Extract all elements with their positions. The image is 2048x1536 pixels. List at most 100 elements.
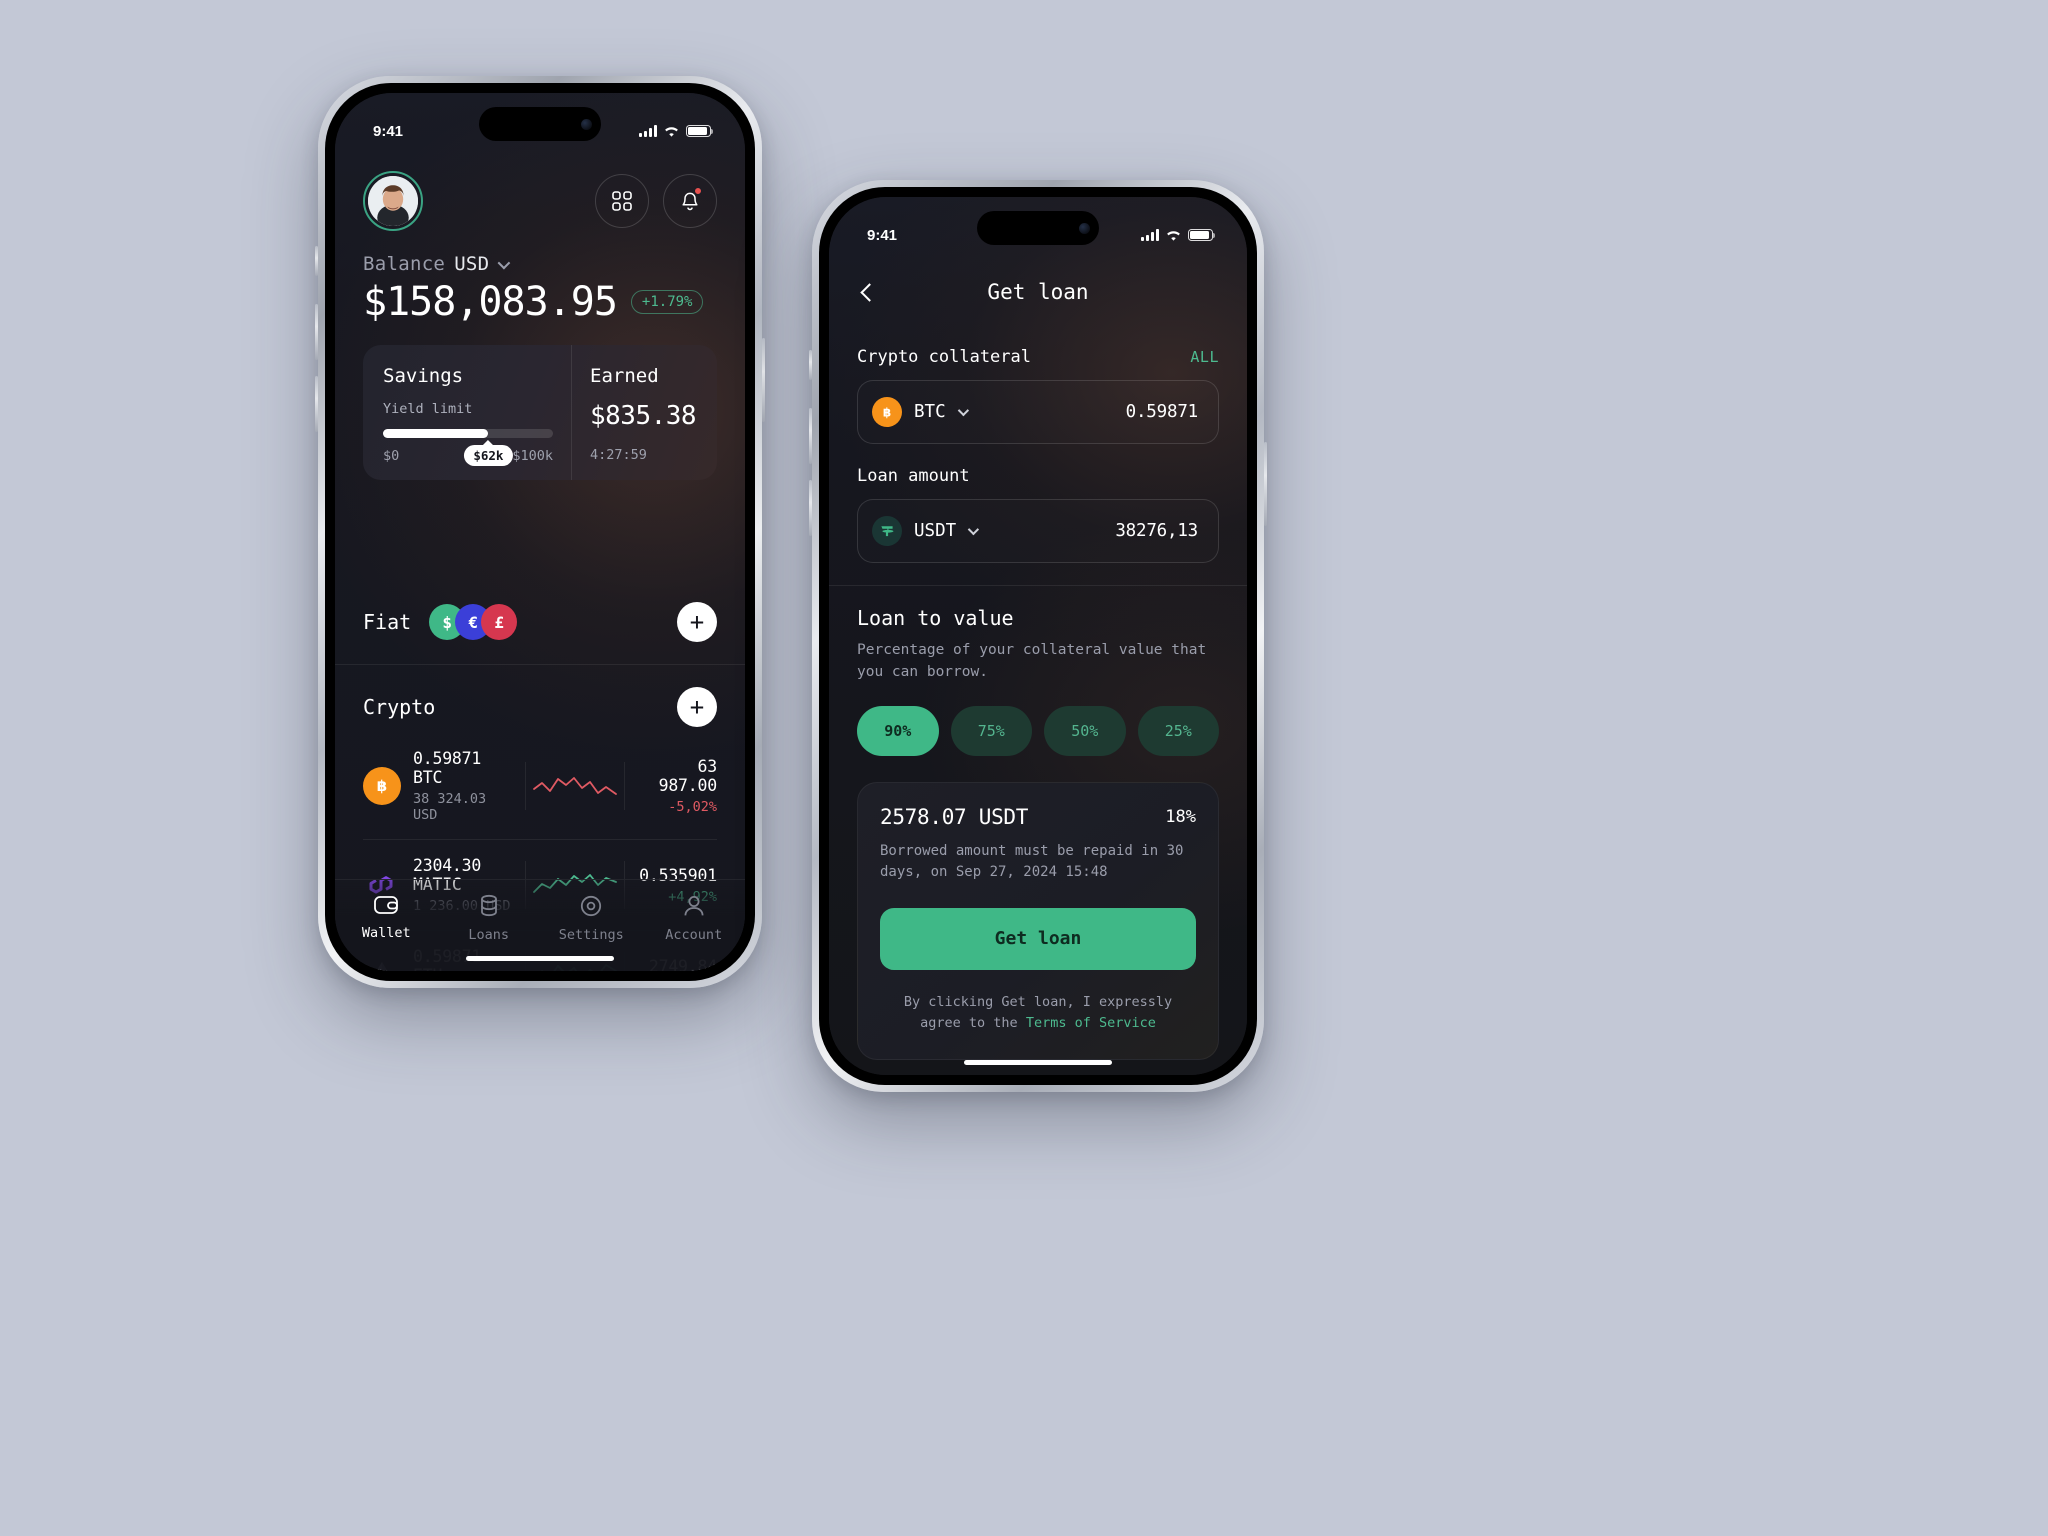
ltv-option-75[interactable]: 75% bbox=[950, 705, 1032, 756]
yield-max-label: $100k bbox=[512, 448, 553, 464]
tab-account[interactable]: Account bbox=[654, 894, 734, 943]
tab-settings[interactable]: Settings bbox=[551, 894, 631, 943]
tab-wallet[interactable]: Wallet bbox=[346, 894, 426, 941]
collateral-all-button[interactable]: ALL bbox=[1190, 348, 1219, 366]
savings-earned-card: Savings Yield limit $0 $62k $100k Earned bbox=[363, 345, 717, 480]
asset-price: 63 987.00 bbox=[658, 757, 718, 795]
gbp-coin-icon: £ bbox=[481, 604, 518, 640]
loan-header: Get loan bbox=[829, 255, 1247, 307]
balance-selector[interactable]: Balance USD bbox=[363, 253, 717, 275]
crypto-title: Crypto bbox=[363, 695, 436, 719]
get-loan-button[interactable]: Get loan bbox=[880, 907, 1196, 970]
volume-up-button[interactable] bbox=[315, 304, 318, 360]
tab-account-label: Account bbox=[665, 927, 723, 943]
front-camera-icon bbox=[581, 118, 592, 130]
power-button[interactable] bbox=[1264, 442, 1267, 526]
notification-button[interactable] bbox=[663, 174, 717, 228]
balance-change-badge: +1.79% bbox=[630, 290, 704, 314]
summary-note: Borrowed amount must be repaid in 30 day… bbox=[880, 842, 1184, 881]
loan-amount-value: 38276,13 bbox=[1115, 521, 1198, 541]
tab-loans[interactable]: Loans bbox=[449, 894, 529, 943]
wallet-icon bbox=[374, 896, 399, 914]
volume-down-button[interactable] bbox=[315, 376, 318, 432]
balance-label: Balance bbox=[363, 253, 446, 275]
tab-wallet-label: Wallet bbox=[361, 925, 411, 941]
collateral-value: 0.59871 bbox=[1125, 402, 1199, 422]
loan-amount-label: Loan amount bbox=[857, 466, 970, 486]
add-crypto-button[interactable]: + bbox=[677, 687, 717, 727]
wallet-header: Balance USD $158,083.95 +1.79% Savings Y… bbox=[335, 151, 745, 480]
yield-tooltip: $62k bbox=[464, 445, 513, 466]
section-divider bbox=[829, 585, 1247, 586]
volume-up-button[interactable] bbox=[809, 408, 812, 464]
ltv-options: 90% 75% 50% 25% bbox=[857, 705, 1219, 756]
earned-amount: $835.38 bbox=[590, 401, 697, 431]
account-person-icon bbox=[684, 896, 704, 916]
ltv-option-25[interactable]: 25% bbox=[1137, 705, 1219, 756]
page-title: Get loan bbox=[987, 280, 1089, 304]
asset-amount: 0.59871 BTC bbox=[413, 749, 482, 787]
asset-usd-value: 38 324.03 USD bbox=[413, 791, 487, 823]
loan-screen: 9:41 Get loan Crypto collateral ALL ฿ BT… bbox=[829, 197, 1247, 1075]
ltv-title: Loan to value bbox=[857, 606, 1014, 630]
avatar[interactable] bbox=[363, 171, 423, 231]
ltv-description: Percentage of your collateral value that… bbox=[857, 642, 1207, 680]
front-camera-icon bbox=[1079, 222, 1090, 234]
qr-scan-icon bbox=[612, 191, 632, 211]
earned-panel[interactable]: Earned $835.38 4:27:59 bbox=[571, 345, 717, 480]
ltv-option-50[interactable]: 50% bbox=[1044, 705, 1126, 756]
home-indicator[interactable] bbox=[964, 1060, 1112, 1065]
phone-wallet-device: 9:41 Balance USD $158,083.95 +1.79% Savi… bbox=[315, 76, 765, 988]
balance-currency: USD bbox=[454, 253, 490, 275]
cellular-signal-icon bbox=[639, 125, 657, 137]
yield-progress-fill bbox=[383, 429, 489, 438]
svg-text:฿: ฿ bbox=[377, 777, 387, 795]
cellular-signal-icon bbox=[1141, 229, 1159, 241]
loan-amount-field[interactable]: USDT 38276,13 bbox=[857, 499, 1219, 563]
tab-settings-label: Settings bbox=[558, 927, 624, 943]
collateral-ticker: BTC bbox=[914, 402, 946, 422]
tether-icon bbox=[872, 516, 902, 546]
silent-switch[interactable] bbox=[809, 350, 812, 380]
sparkline-chart bbox=[525, 762, 625, 810]
chevron-down-icon bbox=[957, 404, 969, 417]
yield-limit-label: Yield limit bbox=[383, 401, 473, 417]
terms-of-service-link[interactable]: Terms of Service bbox=[1026, 1015, 1156, 1031]
bitcoin-icon: ฿ bbox=[363, 767, 401, 805]
earned-title: Earned bbox=[590, 365, 659, 387]
balance-amount: $158,083.95 bbox=[363, 279, 618, 325]
fiat-currency-coins[interactable]: $ € £ bbox=[429, 604, 518, 640]
loan-amount-ticker: USDT bbox=[914, 521, 957, 541]
savings-title: Savings bbox=[383, 365, 464, 387]
crypto-section-row: Crypto + bbox=[335, 665, 745, 733]
yield-scale: $0 $62k $100k bbox=[383, 445, 553, 466]
summary-amount: 2578.07 USDT bbox=[880, 804, 1029, 829]
silent-switch[interactable] bbox=[315, 246, 318, 276]
table-row[interactable]: ฿ 0.59871 BTC 38 324.03 USD 63 987.00 -5… bbox=[363, 733, 717, 840]
earned-timer: 4:27:59 bbox=[590, 447, 647, 463]
qr-scan-button[interactable] bbox=[595, 174, 649, 228]
chevron-down-icon bbox=[967, 523, 980, 536]
loan-summary-card: 2578.07 USDT 18% Borrowed amount must be… bbox=[857, 781, 1219, 1061]
collateral-field[interactable]: ฿ BTC 0.59871 bbox=[857, 380, 1219, 444]
yield-progress-bar bbox=[383, 429, 553, 438]
bitcoin-icon: ฿ bbox=[872, 397, 902, 427]
collateral-label: Crypto collateral bbox=[857, 347, 1031, 367]
add-fiat-button[interactable]: + bbox=[677, 602, 717, 642]
wifi-icon bbox=[1167, 230, 1180, 241]
savings-panel[interactable]: Savings Yield limit $0 $62k $100k bbox=[363, 345, 571, 480]
asset-change: -5,02% bbox=[668, 799, 717, 815]
dynamic-island bbox=[479, 107, 601, 141]
volume-down-button[interactable] bbox=[809, 480, 812, 536]
summary-rate: 18% bbox=[1165, 806, 1196, 827]
battery-icon bbox=[1188, 229, 1216, 241]
phone-loan-device: 9:41 Get loan Crypto collateral ALL ฿ BT… bbox=[809, 180, 1267, 1092]
power-button[interactable] bbox=[762, 338, 765, 422]
svg-text:฿: ฿ bbox=[883, 406, 891, 420]
yield-min-label: $0 bbox=[383, 448, 400, 464]
dynamic-island bbox=[977, 211, 1099, 245]
phone-bezel: 9:41 Get loan Crypto collateral ALL ฿ BT… bbox=[819, 187, 1257, 1085]
ltv-option-90[interactable]: 90% bbox=[857, 705, 939, 756]
status-time: 9:41 bbox=[373, 122, 404, 140]
home-indicator[interactable] bbox=[466, 956, 614, 961]
